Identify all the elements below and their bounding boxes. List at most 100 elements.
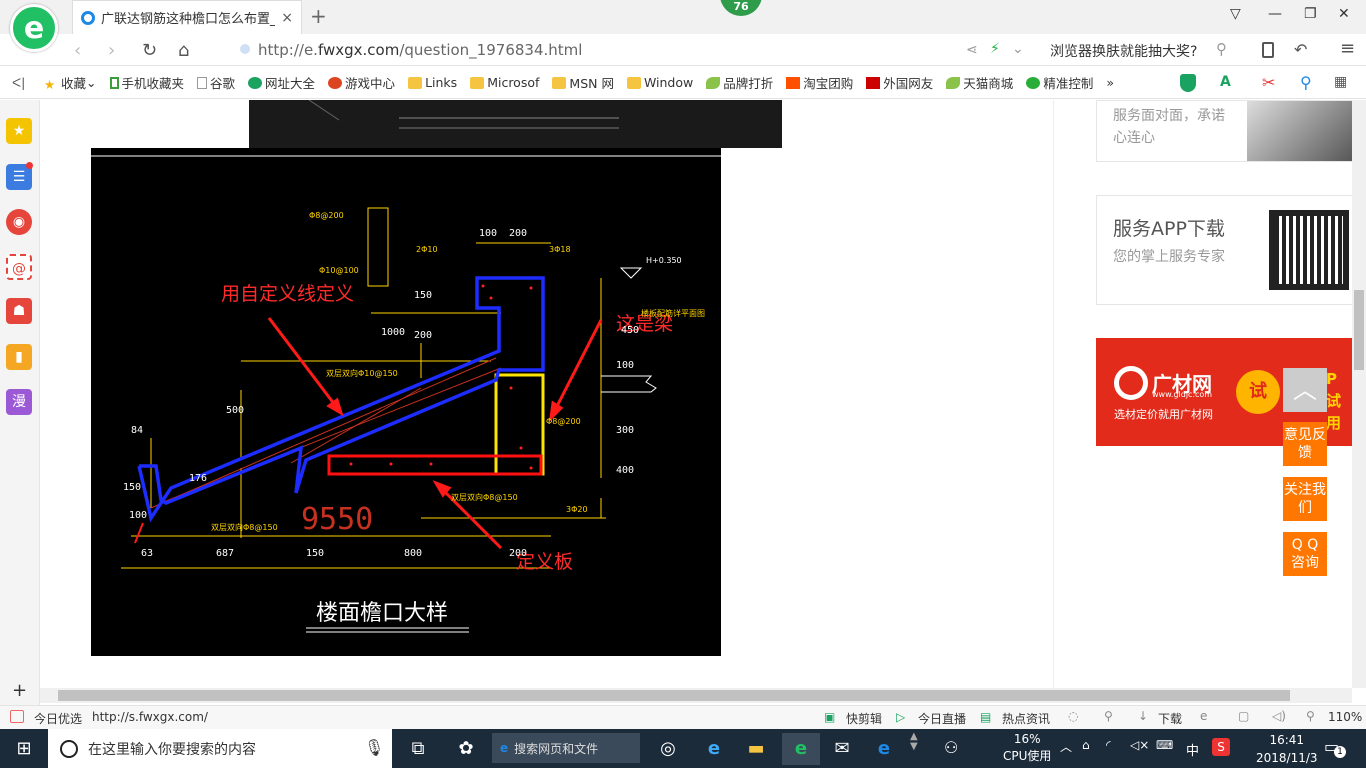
bookmark-item[interactable]: 手机收藏夹 — [109, 73, 184, 92]
new-tab-button[interactable]: + — [310, 4, 327, 28]
search-icon[interactable]: ⚲ — [1300, 73, 1312, 92]
status-today-pick[interactable]: 今日优选 — [34, 710, 82, 727]
taskbar-search[interactable]: 在这里输入你要搜索的内容 — [48, 729, 392, 768]
comic-icon[interactable]: 漫 — [6, 389, 32, 415]
url-field[interactable]: http://e.fwxgx.com/question_1976834.html — [258, 41, 582, 59]
browser-tab[interactable]: 广联达钢筋这种檐口怎么布置_广 × — [72, 0, 302, 34]
scroll-arrows-icon[interactable]: ▲ ▼ — [910, 732, 918, 752]
mail-icon[interactable]: @ — [6, 254, 32, 280]
share-icon[interactable]: ⋖ — [966, 42, 978, 58]
mobile-icon[interactable] — [1262, 42, 1274, 58]
bookmark-item[interactable]: ★ 收藏 ⌄ — [44, 73, 97, 92]
promo-text[interactable]: 浏览器换肤就能抽大奖? — [1050, 41, 1197, 61]
undo-icon[interactable]: ↶ — [1294, 40, 1307, 59]
screenshot-icon[interactable]: ✂ — [1262, 73, 1275, 92]
bookmarks-more[interactable]: » — [1106, 75, 1114, 90]
home-icon[interactable]: ⌂ — [178, 40, 189, 61]
bookmark-item[interactable]: 淘宝团购 — [786, 73, 853, 92]
people-icon[interactable]: ⚇ — [944, 738, 958, 757]
keyboard-icon[interactable]: ⌨ — [1156, 738, 1173, 752]
network-icon[interactable]: ⌂ — [1082, 738, 1090, 752]
dim-label: 450 — [621, 325, 639, 336]
site-info-icon[interactable] — [240, 44, 250, 54]
volume-icon[interactable]: ◁) — [1272, 709, 1286, 723]
download-icon[interactable]: ↓ — [1138, 709, 1148, 723]
back-to-top-button[interactable]: ︿ — [1283, 368, 1327, 412]
volume-muted-icon[interactable]: ◁× — [1130, 738, 1149, 752]
bookmark-item[interactable]: Microsof — [470, 75, 539, 90]
minimize-button[interactable]: — — [1268, 6, 1282, 22]
game-icon[interactable]: ☗ — [6, 298, 32, 324]
bookmark-item[interactable]: MSN 网 — [552, 73, 614, 92]
360-icon[interactable]: ◎ — [652, 733, 684, 765]
bookmark-item[interactable]: 精准控制 — [1026, 73, 1093, 92]
status-news[interactable]: 热点资讯 — [1002, 710, 1050, 727]
service-slogan: 服务面对面，承诺心连心 — [1113, 108, 1225, 146]
zoom-icon[interactable]: ⚲ — [1306, 709, 1315, 723]
favorites-icon[interactable]: ★ — [6, 118, 32, 144]
skin-icon[interactable]: ▽ — [1230, 6, 1241, 22]
add-icon[interactable]: + — [12, 680, 27, 701]
vertical-scrollbar[interactable] — [1352, 100, 1366, 688]
forward-icon[interactable]: › — [108, 40, 115, 61]
start-icon[interactable]: ⊞ — [8, 733, 40, 765]
cpu-meter[interactable]: 16% CPU使用 — [1003, 731, 1051, 765]
edge-icon[interactable]: e — [868, 733, 900, 765]
microphone-icon[interactable]: 🎙 — [364, 738, 384, 757]
weibo-icon[interactable]: ◉ — [6, 209, 32, 235]
status-clip[interactable]: 快剪辑 — [846, 710, 882, 727]
file-explorer-icon[interactable]: ▬ — [740, 733, 772, 765]
back-icon[interactable]: ‹ — [74, 40, 81, 61]
pinwheel-icon[interactable]: ✿ — [450, 733, 482, 765]
app-download-card[interactable]: 服务APP下载 您的掌上服务专家 — [1096, 195, 1356, 305]
speed-icon[interactable]: ⚡ — [990, 41, 1000, 57]
bookmark-item[interactable]: 外国网友 — [866, 73, 933, 92]
sogou-icon[interactable]: S — [1212, 738, 1230, 756]
browser-taskbar-icon[interactable]: e — [782, 733, 820, 765]
feedback-button[interactable]: 意见反馈 — [1283, 422, 1327, 466]
service-card[interactable]: 服务面对面，承诺心连心 — [1096, 100, 1356, 162]
bookmark-item[interactable]: 谷歌 — [197, 73, 235, 92]
search-icon[interactable]: ⚲ — [1216, 40, 1227, 58]
status-download[interactable]: 下载 — [1158, 710, 1182, 727]
url-path: /question_1976834.html — [399, 41, 583, 59]
sync-icon[interactable]: ◌ — [1068, 709, 1078, 723]
menu-icon[interactable]: ≡ — [1340, 38, 1355, 59]
wechat-icon — [1026, 76, 1041, 89]
horizontal-scroll-thumb[interactable] — [58, 690, 1290, 701]
chevron-down-icon[interactable]: ⌄ — [1012, 41, 1024, 57]
clock[interactable]: 16:41 2018/11/3 — [1256, 731, 1318, 767]
mail-icon[interactable]: ✉ — [826, 733, 858, 765]
taskbar-web-search[interactable]: e 搜索网页和文件 — [492, 733, 640, 763]
bookmark-item[interactable]: Links — [408, 75, 457, 90]
pin-icon[interactable]: ⚲ — [1104, 709, 1113, 723]
tab-close-icon[interactable]: × — [281, 10, 293, 26]
refresh-icon[interactable]: ↻ — [142, 40, 157, 61]
sidebar-toggle-icon[interactable]: ᐸ| — [12, 75, 25, 90]
qq-consult-button[interactable]: Q Q 咨询 — [1283, 532, 1327, 576]
bookmark-item[interactable]: 品牌打折 — [706, 73, 773, 92]
status-live[interactable]: 今日直播 — [918, 710, 966, 727]
bookmark-item[interactable]: 游戏中心 — [328, 73, 395, 92]
wifi-icon[interactable]: ◜ — [1106, 738, 1111, 752]
ie-icon[interactable]: e — [698, 733, 730, 765]
close-window-button[interactable]: ✕ — [1338, 6, 1350, 22]
follow-us-button[interactable]: 关注我们 — [1283, 477, 1327, 521]
chevron-up-icon[interactable]: ︿ — [1060, 738, 1072, 755]
bookmark-icon[interactable]: ▮ — [6, 344, 32, 370]
grid-icon[interactable]: ▦ — [1334, 74, 1347, 90]
ime-indicator[interactable]: 中 — [1186, 740, 1199, 759]
web-search-placeholder: 搜索网页和文件 — [514, 741, 599, 756]
maximize-button[interactable]: ❐ — [1304, 6, 1317, 22]
vertical-scroll-thumb[interactable] — [1354, 290, 1364, 370]
shield-icon[interactable] — [1180, 74, 1196, 92]
translate-icon[interactable]: A — [1220, 74, 1231, 90]
bookmark-item[interactable]: 网址大全 — [248, 73, 315, 92]
zoom-level[interactable]: 110% — [1328, 710, 1362, 724]
ie-icon[interactable]: e — [1200, 709, 1207, 723]
task-view-icon[interactable]: ⧉ — [402, 733, 434, 765]
browser-logo-icon[interactable]: e — [10, 4, 58, 52]
bookmark-item[interactable]: 天猫商城 — [946, 73, 1013, 92]
window-icon[interactable]: ▢ — [1238, 709, 1249, 723]
bookmark-item[interactable]: Window — [626, 75, 693, 90]
